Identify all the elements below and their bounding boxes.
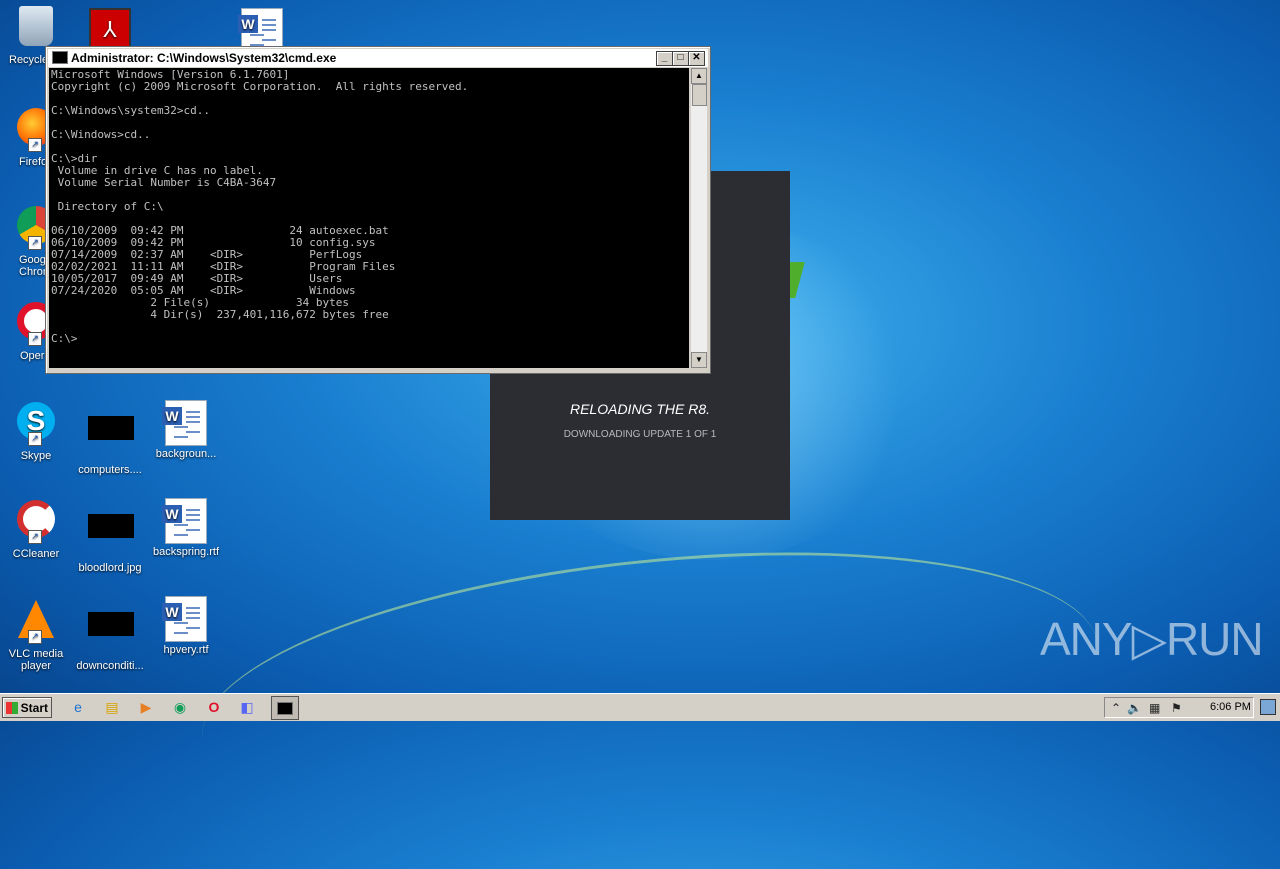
explorer-icon[interactable]: ▤ — [102, 698, 122, 716]
overlay-subtitle: DOWNLOADING UPDATE 1 OF 1 — [563, 429, 717, 440]
desktop-icon-backspring[interactable]: W backspring.rtf — [150, 498, 222, 558]
wallpaper-swoosh — [188, 513, 1112, 869]
word-doc-icon: W — [162, 596, 207, 642]
console-output: Microsoft Windows [Version 6.1.7601] Cop… — [51, 68, 469, 345]
maximize-button[interactable]: □ — [672, 51, 689, 66]
desktop-icon-computers[interactable]: computers.... — [74, 406, 146, 476]
discord-icon[interactable]: ◧ — [237, 698, 257, 716]
desktop-icon-label: Skype — [20, 450, 52, 462]
shortcut-arrow-icon: ↗ — [28, 630, 42, 644]
desktop-icon-label: CCleaner — [12, 548, 60, 560]
shortcut-arrow-icon: ↗ — [28, 236, 42, 250]
desktop-icon-label: backgroun... — [155, 448, 217, 460]
desktop-icon-hpvery[interactable]: W hpvery.rtf — [150, 596, 222, 656]
desktop-icon-label: bloodlord.jpg — [78, 562, 142, 574]
windows-flag-icon — [6, 702, 18, 714]
tray-expand-icon[interactable]: ⌃ — [1111, 700, 1121, 716]
volume-icon[interactable]: 🔈 — [1127, 700, 1142, 716]
shortcut-arrow-icon: ↗ — [28, 432, 42, 446]
cmd-title-bar[interactable]: Administrator: C:\Windows\System32\cmd.e… — [48, 49, 708, 67]
desktop-icon-label: hpvery.rtf — [163, 644, 209, 656]
minimize-button[interactable]: _ — [656, 51, 673, 66]
shortcut-arrow-icon: ↗ — [28, 530, 42, 544]
shortcut-arrow-icon: ↗ — [28, 138, 42, 152]
desktop-icon-vlc[interactable]: ↗ VLC media player — [0, 598, 72, 672]
vertical-scrollbar[interactable]: ▲ ▼ — [691, 68, 707, 368]
console-area[interactable]: Microsoft Windows [Version 6.1.7601] Cop… — [49, 68, 689, 368]
word-doc-icon: W — [162, 498, 207, 544]
shortcut-arrow-icon: ↗ — [28, 332, 42, 346]
image-file-icon — [88, 416, 134, 440]
network-icon[interactable]: ▦ — [1149, 700, 1160, 716]
desktop-icon-label: backspring.rtf — [152, 546, 220, 558]
desktop-icon-bloodlord[interactable]: bloodlord.jpg — [74, 504, 146, 574]
cmd-window[interactable]: Administrator: C:\Windows\System32\cmd.e… — [45, 46, 711, 374]
recycle-bin-icon — [19, 6, 53, 46]
cmd-title-text: Administrator: C:\Windows\System32\cmd.e… — [71, 51, 337, 65]
opera-icon[interactable]: O — [204, 698, 224, 716]
scroll-up-icon[interactable]: ▲ — [691, 68, 707, 84]
ie-icon[interactable]: e — [68, 698, 88, 716]
close-button[interactable]: ✕ — [688, 51, 705, 66]
desktop-icon-label: VLC media player — [8, 648, 64, 672]
desktop-icon-backgroun[interactable]: W backgroun... — [150, 400, 222, 460]
taskbar-clock[interactable]: 6:06 PM — [1210, 697, 1251, 718]
start-label: Start — [20, 701, 48, 715]
image-file-icon — [88, 612, 134, 636]
start-button[interactable]: Start — [2, 697, 52, 718]
scroll-down-icon[interactable]: ▼ — [691, 352, 707, 368]
cmd-app-icon — [52, 51, 68, 65]
action-center-flag-icon[interactable]: ⚑ — [1171, 700, 1182, 716]
word-doc-icon: W — [162, 400, 207, 446]
desktop-icon-downconditi[interactable]: downconditi... — [74, 602, 146, 672]
media-player-icon[interactable]: ▶ — [136, 698, 156, 716]
chrome-icon[interactable]: ◉ — [170, 698, 190, 716]
desktop-icon-label: computers.... — [78, 464, 142, 476]
desktop-icon-ccleaner[interactable]: ↗ CCleaner — [0, 500, 72, 560]
desktop-icon-label: downconditi... — [76, 660, 144, 672]
cmd-app-icon — [277, 702, 293, 715]
image-file-icon — [88, 514, 134, 538]
anyrun-watermark: ANY▷RUN — [1040, 613, 1264, 665]
taskbar-cmd-button[interactable] — [271, 696, 299, 720]
taskbar: Start e ▤ ▶ ◉ O ◧ ⌃ 🔈 ▦ ⚑ 6:06 PM — [0, 693, 1280, 721]
overlay-title: RELOADING THE R8. — [569, 401, 711, 417]
show-desktop-icon[interactable] — [1260, 699, 1276, 715]
desktop-icon-skype[interactable]: S ↗ Skype — [0, 402, 72, 462]
scroll-thumb[interactable] — [692, 84, 707, 106]
